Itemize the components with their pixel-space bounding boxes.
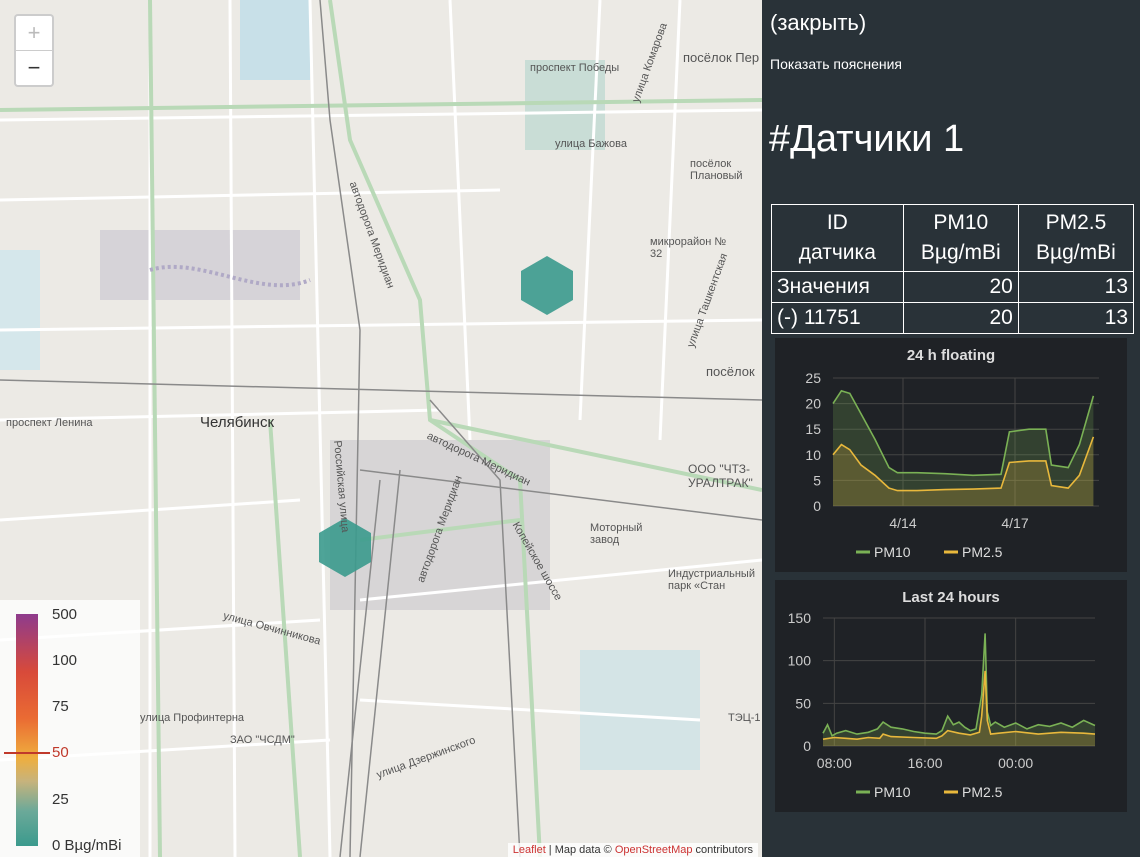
header-pm25: PM2.5 Bµg/mBi	[1017, 204, 1135, 272]
map-label: посёлок	[706, 364, 755, 379]
leaflet-link[interactable]: Leaflet	[513, 844, 546, 856]
y-tick-label: 20	[805, 396, 821, 412]
x-tick-label: 16:00	[907, 755, 942, 771]
chart-title: 24 h floating	[907, 347, 995, 364]
x-tick-label: 00:00	[998, 755, 1033, 771]
sensor-hexagon[interactable]	[521, 256, 573, 315]
x-tick-label: 4/14	[889, 515, 916, 531]
series-area	[823, 633, 1095, 746]
map-label: Моторный завод	[590, 522, 643, 546]
map-label: проспект Победы	[530, 62, 620, 74]
map-attribution: Leaflet | Map data © OpenStreetMap contr…	[507, 843, 758, 857]
table-header-row: ID датчика PM10 Bµg/mBi PM2.5 Bµg/mBi	[771, 204, 1135, 272]
map-view[interactable]: Челябинск проспект Победы посёлок Пер ул…	[0, 0, 762, 857]
legend-label: PM10	[874, 544, 911, 560]
table-row: (-) 11751 20 13	[771, 302, 1135, 334]
close-link[interactable]: (закрыть)	[770, 10, 866, 36]
y-tick-label: 100	[788, 653, 812, 669]
osm-link[interactable]: OpenStreetMap	[615, 844, 693, 856]
legend-label: PM2.5	[962, 784, 1003, 800]
y-tick-label: 150	[788, 610, 812, 626]
pm25-value: 13	[1017, 302, 1135, 334]
zoom-out-button[interactable]: −	[16, 50, 52, 85]
pm10-value: 20	[902, 271, 1019, 303]
map-label: Индустриальный парк «Стан	[668, 568, 755, 592]
legend-tick: 500	[52, 606, 78, 623]
map-label: ЗАО "ЧСДМ"	[230, 734, 295, 746]
y-tick-label: 0	[813, 498, 821, 514]
map-label: ТЭЦ-1	[728, 712, 761, 724]
pm25-value: 13	[1017, 271, 1135, 303]
legend-tick-highlight: 50	[52, 744, 69, 761]
y-tick-label: 50	[795, 695, 811, 711]
legend-marker	[4, 752, 50, 754]
color-legend: 500 100 75 50 25 0 Bµg/mBi	[0, 600, 140, 857]
legend-label: PM10	[874, 784, 911, 800]
map-label: проспект Ленина	[6, 417, 93, 429]
y-tick-label: 15	[805, 421, 821, 437]
map-label: посёлок Пер	[683, 50, 760, 65]
y-tick-label: 25	[805, 370, 821, 386]
x-tick-label: 08:00	[817, 755, 852, 771]
attribution-text: contributors	[692, 844, 753, 856]
row-label: Значения	[771, 271, 904, 303]
zoom-in-button[interactable]: +	[16, 16, 52, 50]
header-pm10: PM10 Bµg/mBi	[902, 204, 1019, 272]
pm10-value: 20	[902, 302, 1019, 334]
chart-last-24-hours: Last 24 hours 0 50 100 150 08:00 16:00 00:00 PM1…	[775, 580, 1127, 812]
attribution-text: | Map data ©	[545, 844, 612, 856]
legend-tick: 0 Bµg/mBi	[52, 837, 122, 854]
chart-24h-floating: 24 h floating 0 5 10 15 20 25 4/14 4/17 PM10 PM2.5	[775, 338, 1127, 572]
table-row: Значения 20 13	[771, 271, 1135, 303]
values-table: ID датчика PM10 Bµg/mBi PM2.5 Bµg/mBi Значе…	[771, 204, 1135, 334]
map-label: улица Бажова	[555, 138, 627, 150]
legend-gradient	[16, 614, 38, 846]
zoom-control: + −	[14, 14, 54, 87]
legend-label: PM2.5	[962, 544, 1003, 560]
y-tick-label: 0	[803, 738, 811, 754]
sensor-panel: (закрыть) Показать пояснения #Датчики 1 …	[762, 0, 1140, 857]
map-label: Челябинск	[200, 414, 275, 431]
map-label: улица Профинтерна	[140, 712, 245, 724]
legend-tick: 100	[52, 652, 78, 669]
panel-title: #Датчики 1	[769, 118, 965, 160]
legend-tick: 75	[52, 698, 69, 715]
legend-tick: 25	[52, 791, 69, 808]
x-tick-label: 4/17	[1001, 515, 1028, 531]
header-id: ID датчика	[771, 204, 904, 272]
y-tick-label: 10	[805, 447, 821, 463]
map-label: посёлок Плановый	[690, 158, 743, 182]
row-label-toggle[interactable]: (-) 11751	[771, 302, 904, 334]
show-explanations-link[interactable]: Показать пояснения	[770, 56, 902, 72]
series-line	[822, 633, 1096, 737]
map-label: ООО "ЧТЗ-УРАЛТРАК"	[688, 462, 753, 490]
chart-title: Last 24 hours	[902, 589, 1000, 606]
y-tick-label: 5	[813, 472, 821, 488]
